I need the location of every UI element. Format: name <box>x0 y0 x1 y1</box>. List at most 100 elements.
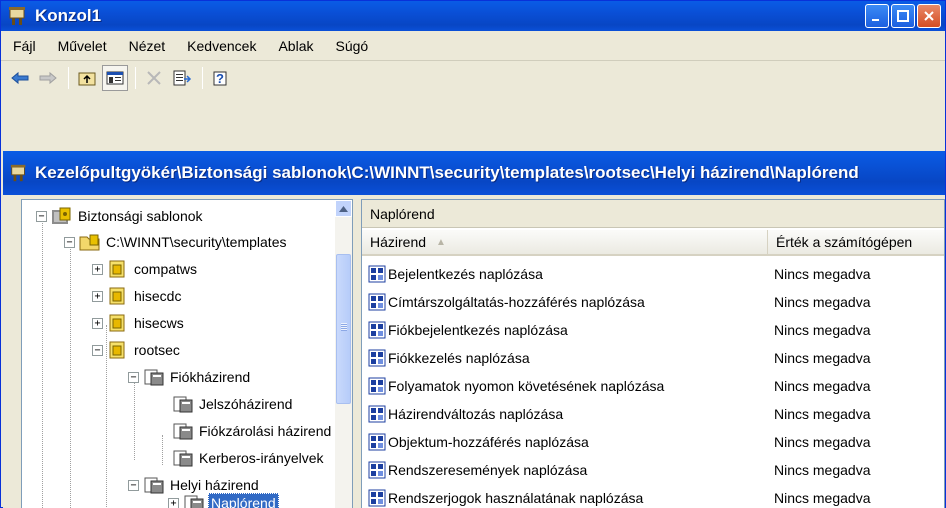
policy-node-icon <box>173 423 193 440</box>
list-item[interactable]: Címtárszolgáltatás-hozzáférés naplózása … <box>362 288 944 316</box>
list-item[interactable]: Fiókkezelés naplózása Nincs megadva <box>362 344 944 372</box>
toolbar-separator <box>202 67 203 89</box>
tree-item-account-lockout-policy[interactable]: Fiókzárolási házirend <box>172 418 333 444</box>
menu-action[interactable]: Művelet <box>47 38 118 54</box>
toolbar: ? <box>1 62 945 94</box>
list-item[interactable]: Objektum-hozzáférés naplózása Nincs mega… <box>362 428 944 456</box>
collapse-toggle[interactable]: − <box>36 210 47 222</box>
column-header-computer-setting[interactable]: Érték a számítógépen <box>768 230 944 256</box>
tree-connector <box>42 216 43 508</box>
policy-node-icon <box>173 450 193 467</box>
menu-help[interactable]: Súgó <box>324 38 379 54</box>
list-item[interactable]: Rendszerjogok használatának naplózása Ni… <box>362 484 944 508</box>
list-item[interactable]: Fiókbejelentkezés naplózása Nincs megadv… <box>362 316 944 344</box>
expand-toggle[interactable]: + <box>92 317 103 329</box>
policy-value: Nincs megadva <box>774 434 871 450</box>
tree-item-hisecdc[interactable]: + hisecdc <box>92 283 183 309</box>
sort-ascending-icon: ▲ <box>436 236 446 248</box>
tree-item-password-policy[interactable]: Jelszóházirend <box>172 391 294 417</box>
delete-button[interactable] <box>141 65 167 91</box>
tree-item-label: hisecws <box>134 315 184 331</box>
up-folder-icon <box>78 72 96 86</box>
export-list-button[interactable] <box>169 65 195 91</box>
toolbar-separator <box>68 67 69 89</box>
expand-toggle[interactable]: + <box>92 290 103 302</box>
policy-name: Fiókbejelentkezés naplózása <box>388 322 568 338</box>
tree-connector <box>134 380 135 460</box>
tree-item-label: Kerberos-irányelvek <box>199 450 324 466</box>
policy-name: Folyamatok nyomon követésének naplózása <box>388 378 665 394</box>
up-one-level-button[interactable] <box>74 65 100 91</box>
template-file-icon <box>109 341 125 359</box>
policy-node-icon <box>173 396 193 413</box>
tree-item-hisecws[interactable]: + hisecws <box>92 310 186 336</box>
policy-value: Nincs megadva <box>774 462 871 478</box>
policy-setting-icon <box>368 405 386 423</box>
tree-item-label: Fiókzárolási házirend <box>199 423 332 439</box>
tree-item-security-templates[interactable]: − Biztonsági sablonok <box>36 203 205 229</box>
back-button[interactable] <box>7 65 33 91</box>
scroll-thumb[interactable] <box>336 254 351 404</box>
policy-setting-icon <box>368 321 386 339</box>
tree-vertical-scrollbar[interactable] <box>335 200 352 508</box>
tree-item-kerberos-policy[interactable]: Kerberos-irányelvek <box>172 445 326 471</box>
policy-value: Nincs megadva <box>774 378 871 394</box>
policy-value: Nincs megadva <box>774 294 871 310</box>
policy-setting-icon <box>368 489 386 507</box>
window-titlebar[interactable]: Konzol1 <box>1 1 945 31</box>
help-button[interactable]: ? <box>208 65 234 91</box>
column-header-policy[interactable]: Házirend ▲ <box>362 230 768 256</box>
maximize-icon <box>892 5 914 27</box>
forward-arrow-icon <box>39 71 57 85</box>
policy-setting-icon <box>368 293 386 311</box>
tree-item-label: Jelszóházirend <box>199 396 293 412</box>
menu-file[interactable]: Fájl <box>1 38 47 54</box>
tree-item-account-policy[interactable]: − Fiókházirend <box>128 364 252 390</box>
policy-name: Rendszerjogok használatának naplózása <box>388 490 644 506</box>
console-tree[interactable]: − Biztonsági sablonok − C:\WINNT\securit… <box>21 199 353 508</box>
console-tree-icon <box>106 71 124 85</box>
tree-item-templates-folder[interactable]: − C:\WINNT\security\templates <box>64 229 288 255</box>
child-window-titlebar[interactable]: Kezelőpultgyökér\Biztonsági sablonok\C:\… <box>3 151 945 195</box>
list-item[interactable]: Folyamatok nyomon követésének naplózása … <box>362 372 944 400</box>
show-hide-tree-button[interactable] <box>102 65 128 91</box>
menu-window[interactable]: Ablak <box>267 38 324 54</box>
menu-view[interactable]: Nézet <box>118 38 177 54</box>
minimize-button[interactable] <box>865 4 889 28</box>
list-item[interactable]: Bejelentkezés naplózása Nincs megadva <box>362 260 944 288</box>
list-item[interactable]: Rendszeresemények naplózása Nincs megadv… <box>362 456 944 484</box>
close-button[interactable] <box>917 4 941 28</box>
collapse-toggle[interactable]: − <box>92 344 103 356</box>
collapse-toggle[interactable]: − <box>128 371 139 383</box>
tree-item-label: C:\WINNT\security\templates <box>106 234 287 250</box>
tree-item-compatws[interactable]: + compatws <box>92 256 199 282</box>
policy-name: Rendszeresemények naplózása <box>388 462 588 478</box>
template-file-icon <box>109 260 125 278</box>
policy-setting-icon <box>368 461 386 479</box>
details-pane: Naplórend Házirend ▲ Érték a számítógépe… <box>361 199 945 508</box>
template-folder-icon <box>79 234 100 251</box>
close-icon <box>918 5 940 27</box>
expand-toggle[interactable]: + <box>92 263 103 275</box>
policy-value: Nincs megadva <box>774 350 871 366</box>
tree-item-rootsec[interactable]: − rootsec <box>92 337 182 363</box>
scroll-up-button[interactable] <box>335 200 352 217</box>
policy-name: Címtárszolgáltatás-hozzáférés naplózása <box>388 294 645 310</box>
list-item[interactable]: Házirendváltozás naplózása Nincs megadva <box>362 400 944 428</box>
forward-button[interactable] <box>35 65 61 91</box>
collapse-toggle[interactable]: − <box>64 236 75 248</box>
expand-toggle[interactable]: + <box>168 497 179 508</box>
tree-item-label: Fiókházirend <box>170 369 251 385</box>
tree-item-label: Biztonsági sablonok <box>78 208 203 224</box>
mmc-window: Konzol1 Fájl Művelet Nézet Kedvencek Abl… <box>0 0 946 508</box>
menu-favorites[interactable]: Kedvencek <box>176 38 267 54</box>
tree-item-label-selected: Naplórend <box>208 493 279 508</box>
details-caption: Naplórend <box>362 200 944 228</box>
maximize-button[interactable] <box>891 4 915 28</box>
policy-folder-icon <box>144 477 164 494</box>
child-window-path: Kezelőpultgyökér\Biztonsági sablonok\C:\… <box>35 163 859 182</box>
policy-setting-icon <box>368 433 386 451</box>
collapse-toggle[interactable]: − <box>128 479 139 491</box>
tree-item-audit-policy[interactable]: + Naplórend <box>168 490 279 508</box>
window-title: Konzol1 <box>35 6 102 25</box>
